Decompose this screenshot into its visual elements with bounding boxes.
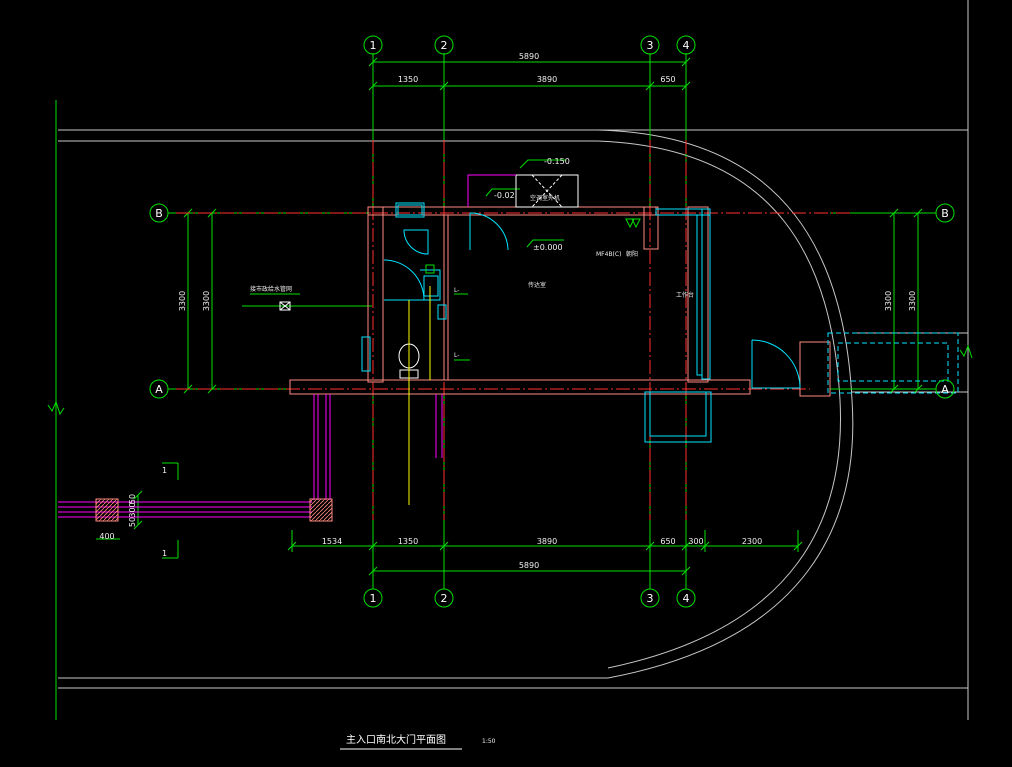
dim-top-3890: 3890: [537, 75, 557, 84]
level-zero: ±0.000: [533, 243, 563, 252]
drawing-scale: 1:50: [482, 738, 496, 745]
building-walls: [289, 206, 831, 397]
dim-bottom-total: 5890: [519, 561, 539, 570]
axis-label-a-left: A: [155, 383, 163, 396]
axis-label-a-right: A: [941, 383, 949, 396]
windows-and-doors: [361, 202, 959, 443]
dim-right-3300-inner: 3300: [908, 291, 917, 311]
dim-top-total: 5890: [519, 52, 539, 61]
leader-label-1: L-: [454, 287, 459, 294]
room-name-label: 传达室: [528, 281, 546, 289]
section-mark-top: 1: [162, 466, 167, 475]
dim-wall-300: 300: [128, 502, 137, 517]
axis-label-b-right: B: [941, 207, 949, 220]
axis-label-1-bottom: 1: [370, 592, 377, 605]
dimension-lines: [47, 53, 973, 720]
axis-label-1-top: 1: [370, 39, 377, 52]
dim-bottom-1534: 1534: [322, 537, 342, 546]
dim-top-1350: 1350: [398, 75, 418, 84]
pipe-note-label: 接市政给水管网: [250, 285, 292, 293]
dim-bottom-3890: 3890: [537, 537, 557, 546]
dim-left-3300-inner: 3300: [202, 291, 211, 311]
dim-right-3300-outer: 3300: [884, 291, 893, 311]
axis-label-2-top: 2: [441, 39, 448, 52]
dim-left-3300-outer: 3300: [178, 291, 187, 311]
road-boundary: [58, 0, 969, 720]
magenta-elements: [58, 174, 516, 518]
dim-bottom-2300: 2300: [742, 537, 762, 546]
room-code-label: MF4B(C): [596, 251, 621, 258]
axis-label-3-top: 3: [647, 39, 654, 52]
leader-label-2: L-: [454, 352, 459, 359]
axis-label-4-top: 4: [683, 39, 690, 52]
level-neg-002: -0.02: [494, 191, 515, 200]
dim-bottom-1350: 1350: [398, 537, 418, 546]
electrical-lines: [408, 286, 431, 505]
floor-plan-drawing: 1 2 3 4 1 2 3 4 B A B A 5890 1350 3890 6…: [47, 0, 973, 750]
axis-label-3-bottom: 3: [647, 592, 654, 605]
dim-wall-50-bot: 50: [128, 517, 137, 527]
room-code2-label: 朝阳: [626, 250, 638, 258]
drawing-title: 主入口南北大门平面图: [346, 733, 446, 746]
level-neg-0150: -0.150: [544, 157, 570, 166]
section-mark-bottom: 1: [162, 549, 167, 558]
workbench-label: 工作台: [676, 291, 694, 299]
dim-post-400: 400: [99, 532, 114, 541]
dim-bottom-650: 650: [660, 537, 675, 546]
ac-unit-label: 空调室外机: [530, 194, 560, 202]
axis-bubbles: [149, 35, 955, 608]
axis-label-b-left: B: [155, 207, 163, 220]
axis-label-4-bottom: 4: [683, 592, 690, 605]
axis-label-2-bottom: 2: [441, 592, 448, 605]
dim-bottom-300: 300: [688, 537, 703, 546]
dim-top-650: 650: [660, 75, 675, 84]
